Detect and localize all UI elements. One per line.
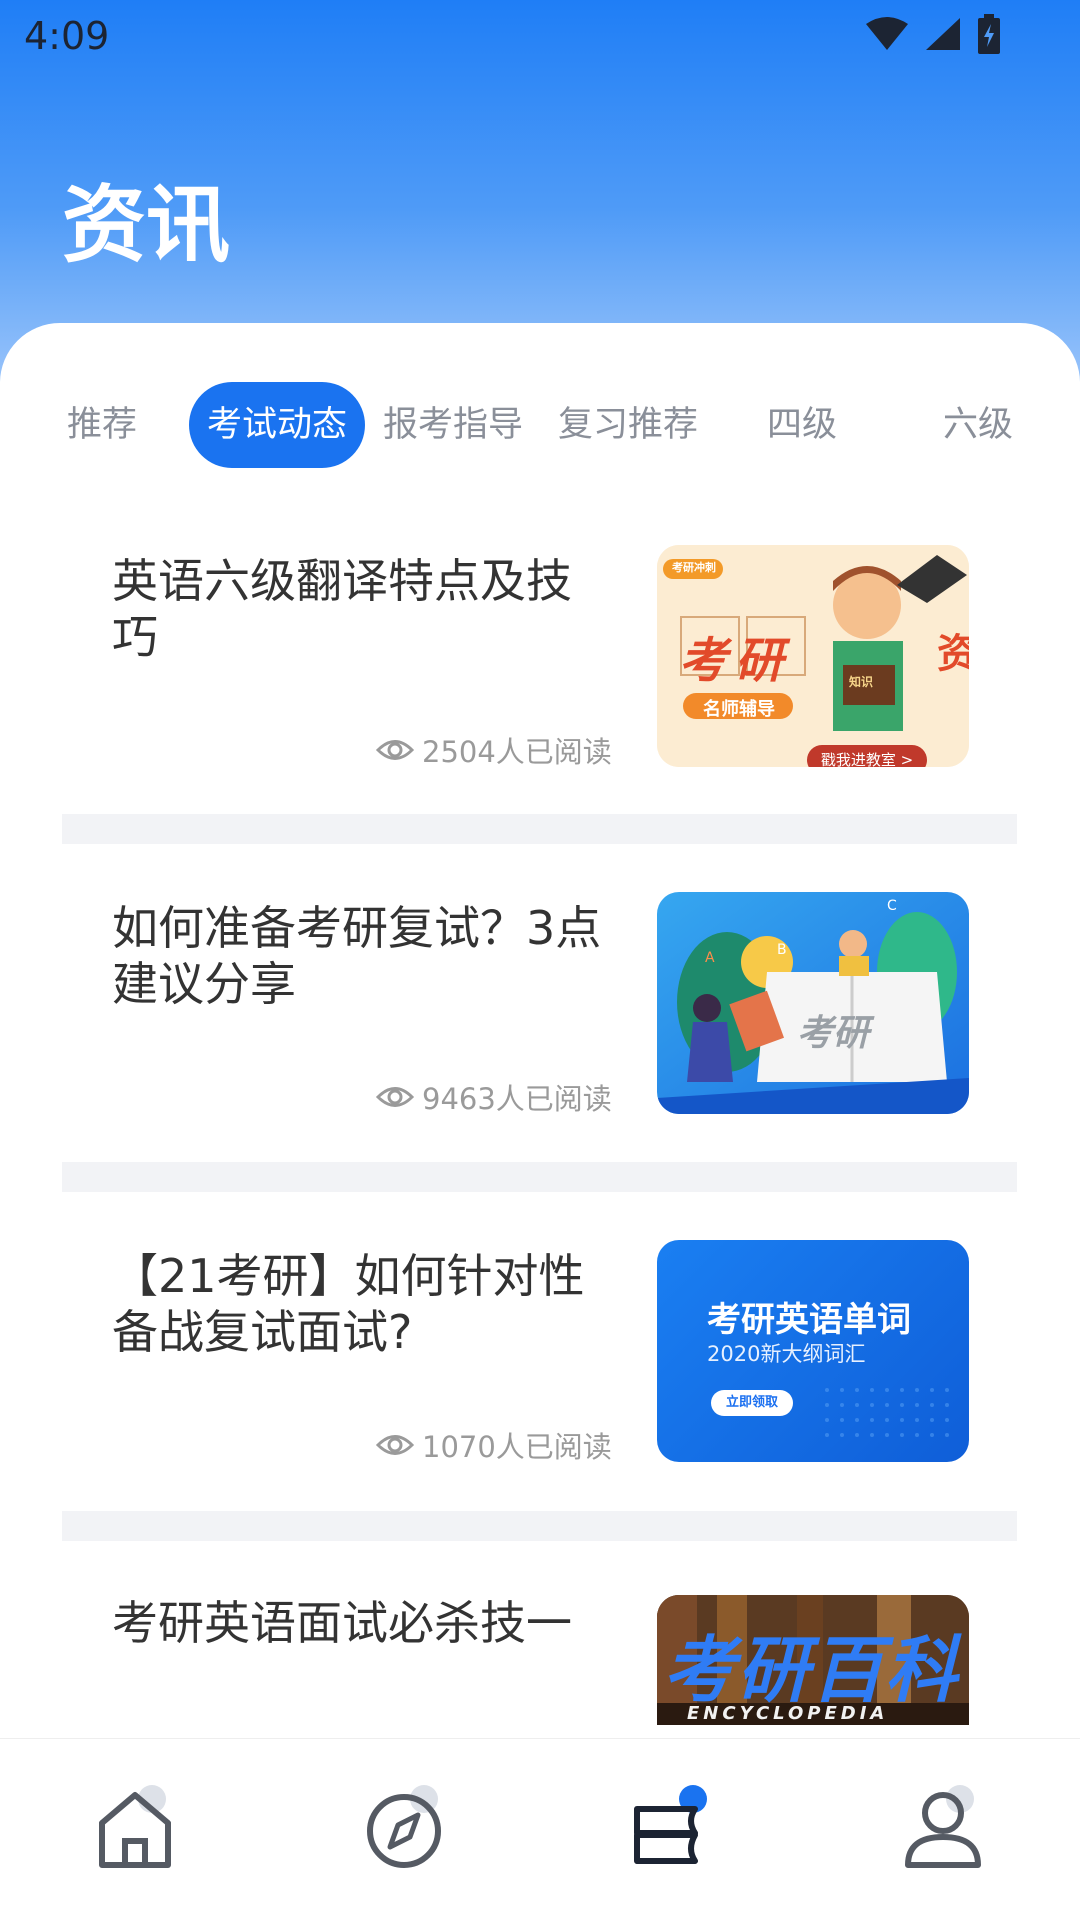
user-icon xyxy=(905,1785,981,1868)
books-icon xyxy=(634,1785,707,1864)
article-title: 【21考研】如何针对性备战复试面试? xyxy=(112,1249,585,1359)
thumb-subtitle: 2020新大纲词汇 xyxy=(707,1342,866,1366)
tab-registration-guide[interactable]: 报考指导 xyxy=(378,382,528,468)
article-read-count: 2504人已阅读 xyxy=(376,729,612,771)
thumb-tag: 考研冲刺 xyxy=(672,561,716,574)
article-read-count: 9463人已阅读 xyxy=(376,1076,612,1118)
thumb-book-text: 知识 xyxy=(849,675,874,689)
wifi-icon xyxy=(866,17,908,50)
compass-icon xyxy=(367,1785,441,1868)
thumb-headline: 考研 xyxy=(679,633,792,689)
article-item[interactable]: 如何准备考研复试？3点建议分享 9463人已阅读 B C A 考研 xyxy=(0,892,1080,1186)
article-item[interactable]: 考研英语面试必杀技一 考研百科 ENCYCLOPEDIA xyxy=(0,1595,1080,1725)
divider xyxy=(62,1511,1017,1541)
tab-cet4[interactable]: 四级 xyxy=(752,382,852,468)
thumb-cta-button: 立即领取 xyxy=(711,1390,793,1416)
article-read-count: 1070人已阅读 xyxy=(376,1424,612,1466)
eye-icon xyxy=(376,740,414,760)
svg-text:B: B xyxy=(777,942,787,958)
article-thumbnail: 考研英语单词 2020新大纲词汇 立即领取 xyxy=(657,1240,969,1462)
nav-news[interactable] xyxy=(615,1769,725,1879)
article-title: 英语六级翻译特点及技巧 xyxy=(112,554,572,664)
divider xyxy=(62,1162,1017,1192)
article-thumbnail: B C A 考研 xyxy=(657,892,969,1114)
svg-text:A: A xyxy=(705,950,715,966)
eye-icon xyxy=(376,1087,414,1107)
eye-icon xyxy=(376,1435,414,1455)
home-icon xyxy=(99,1785,171,1868)
article-item[interactable]: 英语六级翻译特点及技巧 2504人已阅读 考研冲刺 考研 资 名师辅导 知识 戳… xyxy=(0,545,1080,839)
thumb-headline: 考研百科 xyxy=(663,1628,960,1712)
divider xyxy=(62,814,1017,844)
tab-cet6[interactable]: 六级 xyxy=(928,382,1028,468)
thumb-book-text: 考研 xyxy=(797,1013,870,1054)
article-item[interactable]: 【21考研】如何针对性备战复试面试? 1070人已阅读 考研英语单词 2020新… xyxy=(0,1240,1080,1534)
thumb-subtitle: ENCYCLOPEDIA xyxy=(687,1703,889,1724)
thumb-cta: 戳我进教室 > xyxy=(820,751,914,767)
thumb-side-text: 资 xyxy=(937,631,969,677)
nav-profile[interactable] xyxy=(888,1769,998,1879)
category-tabs: 推荐 考试动态 报考指导 复习推荐 四级 六级 xyxy=(0,382,1080,468)
svg-text:C: C xyxy=(887,898,897,914)
read-count-text: 1070人已阅读 xyxy=(422,1430,612,1464)
thumbnail-illustration: B C A xyxy=(657,892,969,1114)
read-count-text: 2504人已阅读 xyxy=(422,735,612,769)
tab-exam-news[interactable]: 考试动态 xyxy=(189,382,365,468)
tab-recommend[interactable]: 推荐 xyxy=(52,382,152,468)
page-title: 资讯 xyxy=(62,176,231,274)
thumb-subtitle: 名师辅导 xyxy=(703,699,775,720)
signal-icon xyxy=(926,18,960,50)
tab-review-recommend[interactable]: 复习推荐 xyxy=(550,382,706,468)
article-thumbnail: 考研百科 ENCYCLOPEDIA xyxy=(657,1595,969,1725)
nav-home[interactable] xyxy=(80,1769,190,1879)
status-time: 4:09 xyxy=(24,14,110,58)
status-bar: 4:09 xyxy=(0,0,1080,72)
status-icons xyxy=(864,14,1002,54)
thumb-headline: 考研英语单词 xyxy=(707,1300,911,1340)
nav-discover[interactable] xyxy=(352,1769,462,1879)
article-title: 如何准备考研复试？3点建议分享 xyxy=(112,901,602,1011)
article-title: 考研英语面试必杀技一 xyxy=(112,1596,572,1650)
article-thumbnail: 考研冲刺 考研 资 名师辅导 知识 戳我进教室 > xyxy=(657,545,969,767)
read-count-text: 9463人已阅读 xyxy=(422,1082,612,1116)
bottom-navigation xyxy=(0,1738,1080,1921)
battery-icon xyxy=(978,14,1000,54)
